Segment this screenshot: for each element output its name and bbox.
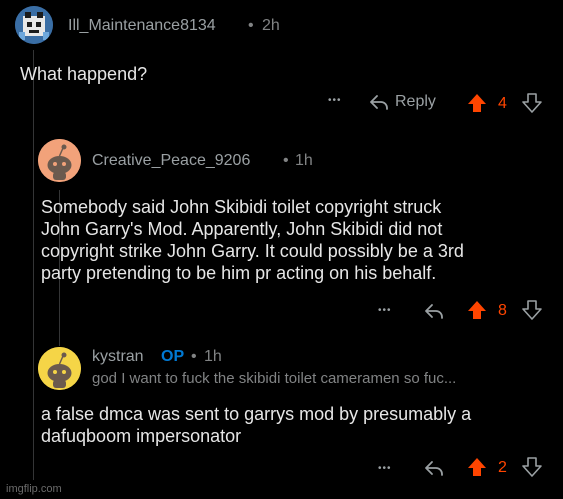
op-badge: OP bbox=[161, 348, 185, 365]
vote-count: 4 bbox=[498, 95, 507, 112]
text-line: Somebody said John Skibidi toilet copyri… bbox=[41, 197, 442, 217]
separator: • bbox=[283, 152, 289, 169]
username[interactable]: kystran bbox=[92, 348, 144, 366]
snoo-avatar-icon bbox=[38, 139, 81, 182]
text-line: copyright strike John Garry. It could po… bbox=[41, 241, 464, 261]
upvote-icon[interactable] bbox=[467, 300, 487, 320]
more-options-button[interactable]: ••• bbox=[378, 463, 392, 474]
comment-text: What happend? bbox=[20, 64, 148, 84]
reply-icon[interactable] bbox=[424, 459, 444, 477]
watermark: imgflip.com bbox=[6, 483, 62, 495]
vote-count: 2 bbox=[498, 459, 507, 476]
avatar[interactable] bbox=[15, 6, 53, 44]
user-flair: god I want to fuck the skibidi toilet ca… bbox=[92, 370, 457, 387]
text-line: dafuqboom impersonator bbox=[41, 426, 242, 446]
text-line: party pretending to be him pr acting on … bbox=[41, 263, 437, 283]
reply-button[interactable]: Reply bbox=[369, 93, 436, 111]
timestamp: 1h bbox=[204, 348, 222, 365]
timestamp: 2h bbox=[262, 17, 280, 34]
username[interactable]: Creative_Peace_9206 bbox=[92, 152, 250, 170]
more-options-button[interactable]: ••• bbox=[328, 95, 342, 106]
upvote-icon[interactable] bbox=[467, 93, 487, 113]
pixel-avatar-icon bbox=[15, 6, 53, 44]
text-line: a false dmca was sent to garrys mod by p… bbox=[41, 404, 472, 424]
reply-icon bbox=[370, 95, 388, 110]
separator: • bbox=[191, 348, 197, 365]
separator: • bbox=[248, 17, 254, 34]
downvote-icon[interactable] bbox=[522, 93, 542, 113]
downvote-icon[interactable] bbox=[522, 300, 542, 320]
comment-text: Somebody said John Skibidi toilet copyri… bbox=[41, 196, 464, 284]
username[interactable]: Ill_Maintenance8134 bbox=[68, 17, 216, 35]
more-options-button[interactable]: ••• bbox=[378, 305, 392, 316]
reply-label: Reply bbox=[395, 93, 436, 110]
reply-icon[interactable] bbox=[424, 302, 444, 320]
thread-line bbox=[33, 50, 34, 480]
downvote-icon[interactable] bbox=[522, 457, 542, 477]
snoo-avatar-icon bbox=[38, 347, 81, 390]
text-line: John Garry's Mod. Apparently, John Skibi… bbox=[41, 219, 443, 239]
timestamp: 1h bbox=[295, 152, 313, 169]
upvote-icon[interactable] bbox=[467, 457, 487, 477]
vote-count: 8 bbox=[498, 302, 507, 319]
avatar[interactable] bbox=[38, 347, 81, 390]
comment-text: a false dmca was sent to garrys mod by p… bbox=[41, 403, 471, 447]
avatar[interactable] bbox=[38, 139, 81, 182]
